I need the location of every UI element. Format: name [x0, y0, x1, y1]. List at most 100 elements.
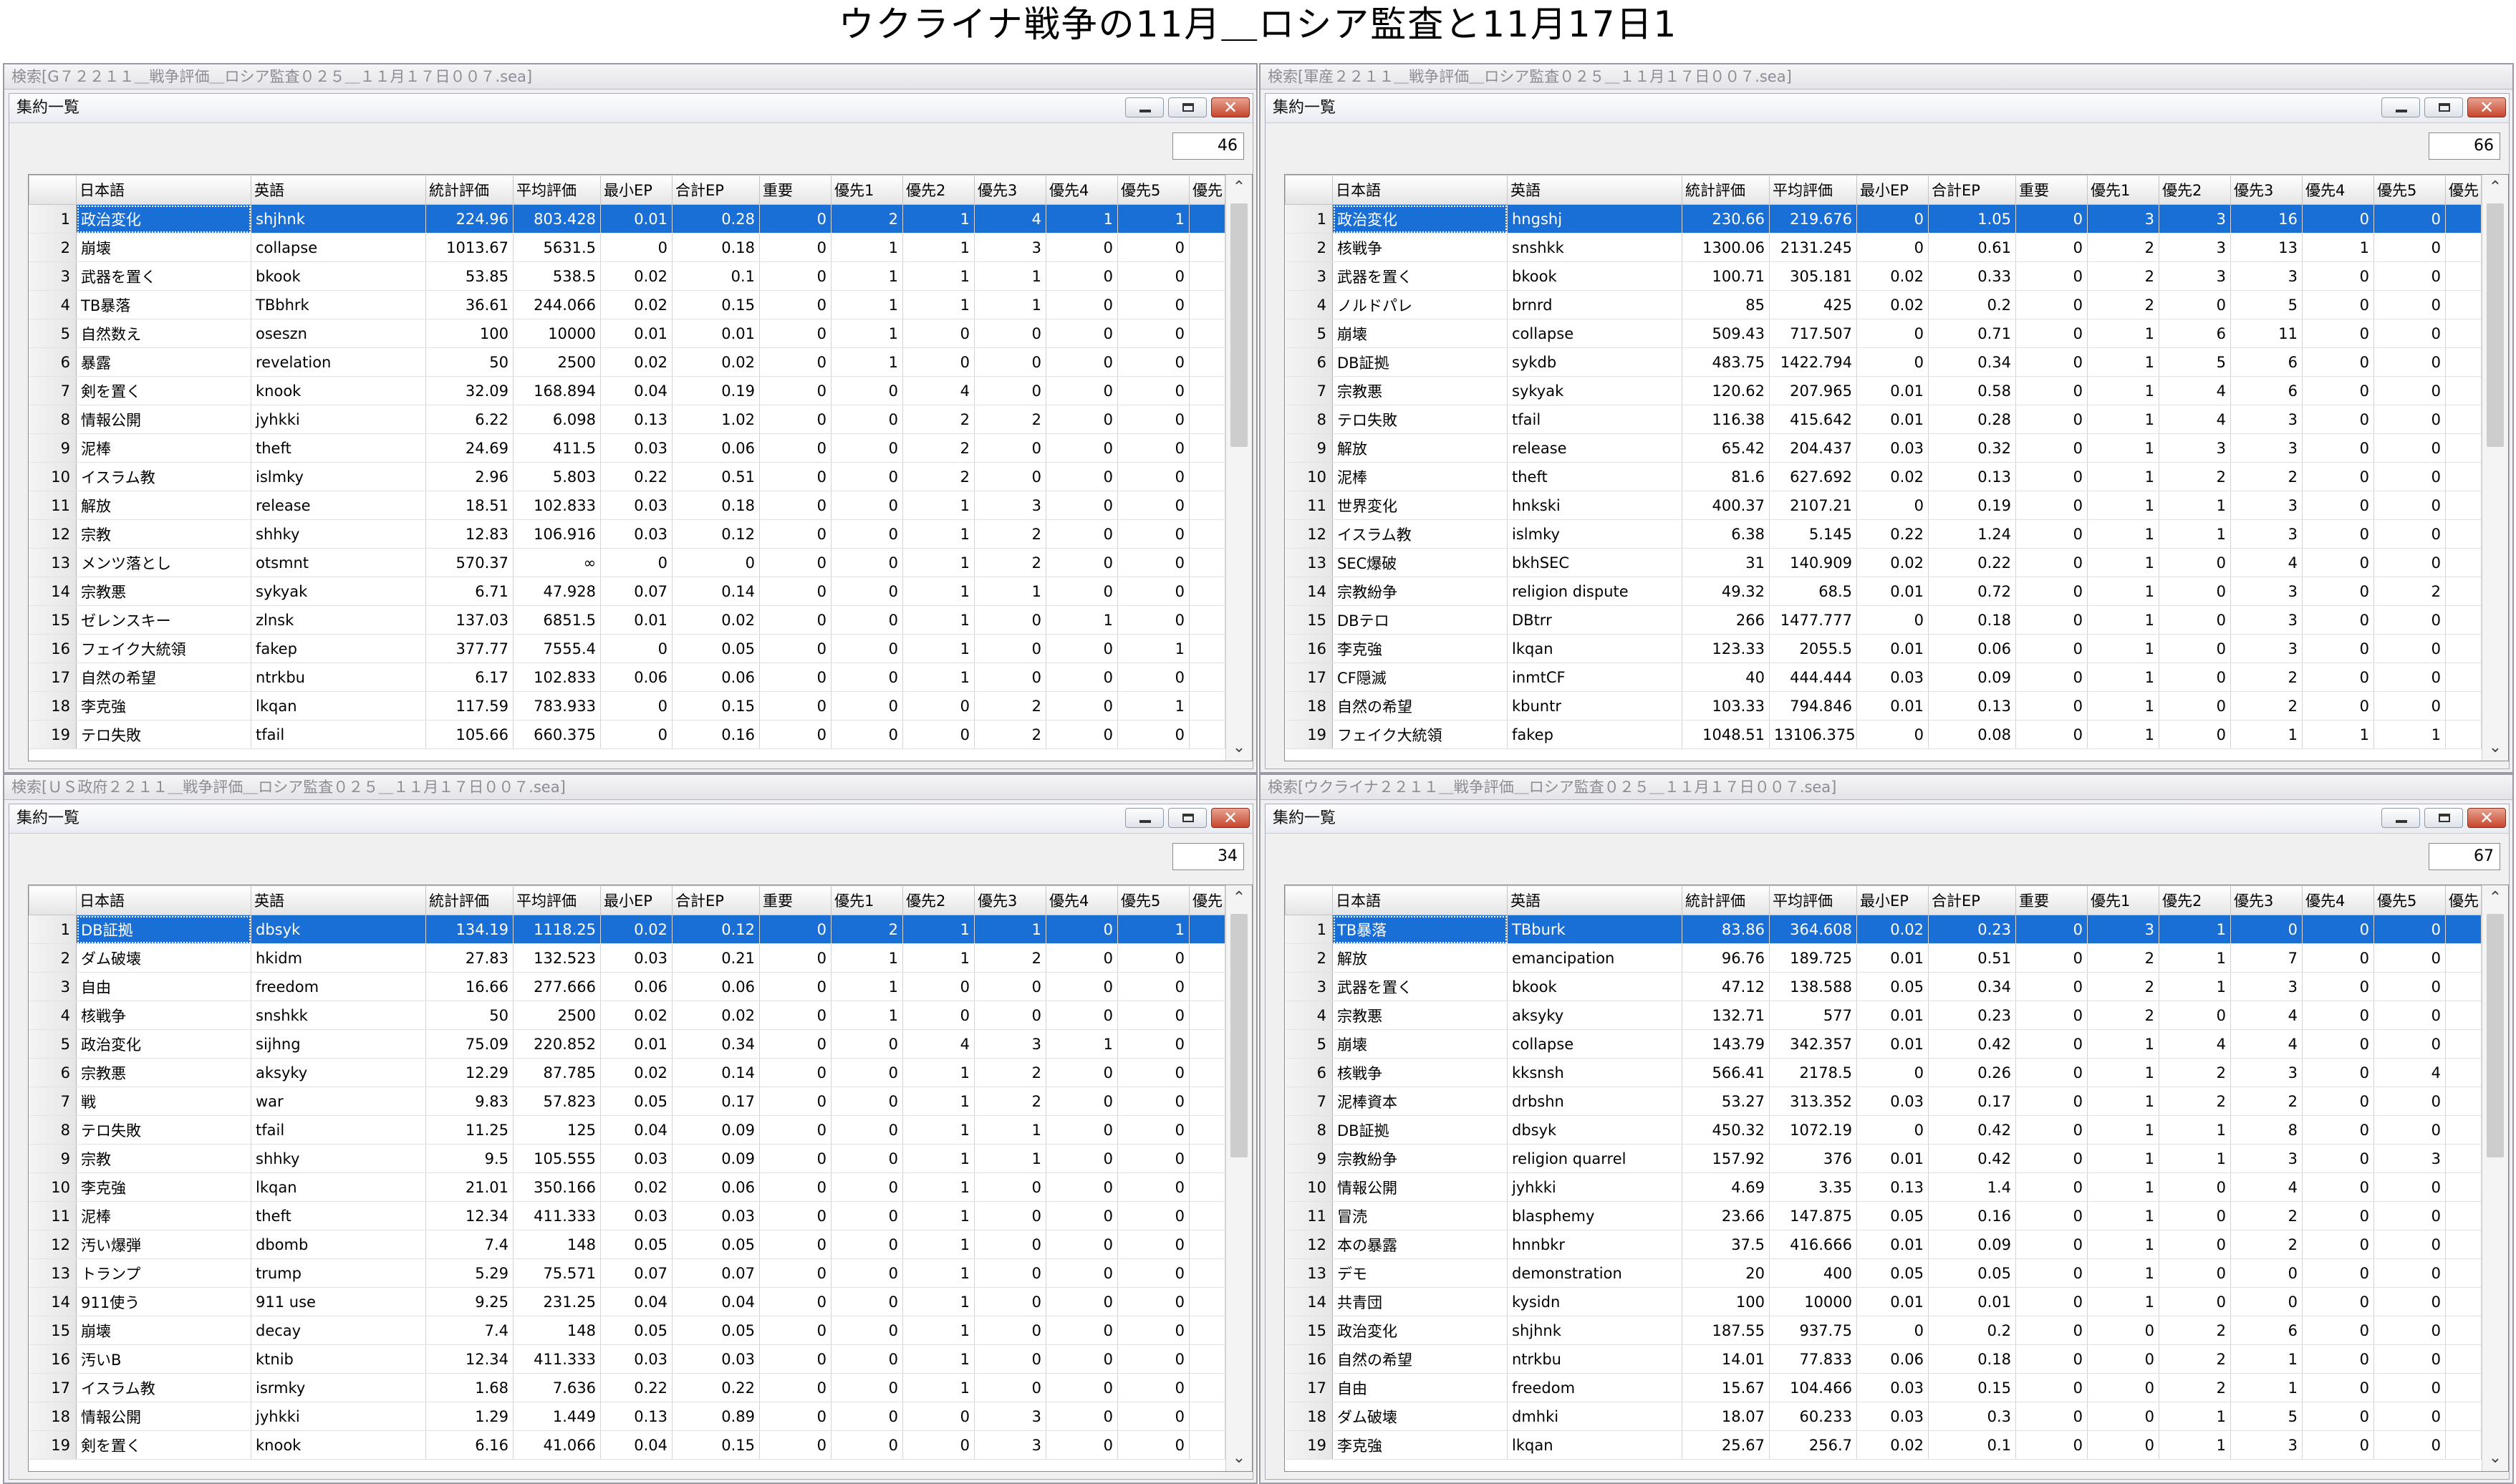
column-header[interactable]: 最小EP [600, 175, 673, 205]
table-row[interactable]: 11 解放 release 18.51 102.833 0.03 0.18 0 0 1 3 0 0 [29, 491, 1225, 520]
table-row[interactable]: 8 テロ失敗 tfail 11.25 125 0.04 0.09 0 0 1 1 0 0 [29, 1115, 1225, 1145]
column-header[interactable]: 統計評価 [1682, 175, 1770, 205]
chevron-up-icon[interactable]: ⌃ [2482, 885, 2508, 911]
close-button[interactable]: ✕ [2467, 97, 2506, 117]
column-header[interactable]: 重要 [2015, 175, 2088, 205]
column-header[interactable]: 英語 [1507, 175, 1682, 205]
column-header[interactable]: 合計EP [1928, 885, 2016, 915]
table-row[interactable]: 17 CF隠滅 inmtCF 40 444.444 0.03 0.09 0 1 0 2 0 0 [1285, 662, 2482, 692]
close-button[interactable]: ✕ [2467, 808, 2506, 828]
table-row[interactable]: 2 ダム破壊 hkidm 27.83 132.523 0.03 0.21 0 1 1 2 0 0 [29, 943, 1225, 973]
table-row[interactable]: 17 自由 freedom 15.67 104.466 0.03 0.15 0 0 2 1 0 0 [1285, 1373, 2482, 1402]
column-header[interactable]: 合計EP [672, 175, 760, 205]
column-header[interactable]: 優先3 [2230, 885, 2303, 915]
column-header[interactable]: 最小EP [1856, 175, 1929, 205]
table-row[interactable]: 1 政治変化 hngshj 230.66 219.676 0 1.05 0 3 3 16 0 0 [1285, 204, 2482, 233]
table-row[interactable]: 1 DB証拠 dbsyk 134.19 1118.25 0.02 0.12 0 2 1 1 0 1 [29, 915, 1225, 944]
column-header[interactable]: 日本語 [76, 885, 251, 915]
table-row[interactable]: 12 イスラム教 islmky 6.38 5.145 0.22 1.24 0 1 1 3 0 0 [1285, 519, 2482, 549]
minimize-button[interactable] [1125, 97, 1164, 117]
table-row[interactable]: 16 李克強 lkqan 123.33 2055.5 0.01 0.06 0 1 0 3 0 0 [1285, 634, 2482, 663]
column-header[interactable]: 優先4 [2302, 885, 2374, 915]
vertical-scrollbar[interactable]: ⌃ ⌄ [1225, 175, 1252, 761]
column-header[interactable]: 優先2 [902, 175, 975, 205]
column-header[interactable]: 優先4 [2302, 175, 2374, 205]
column-header[interactable]: 優先4 [1046, 175, 1118, 205]
column-header[interactable]: 優先3 [2230, 175, 2303, 205]
minimize-button[interactable] [2381, 97, 2420, 117]
column-header[interactable]: 合計EP [672, 885, 760, 915]
table-row[interactable]: 11 泥棒 theft 12.34 411.333 0.03 0.03 0 0 1 0 0 0 [29, 1201, 1225, 1230]
vertical-scrollbar[interactable]: ⌃ ⌄ [2482, 885, 2508, 1471]
table-row[interactable]: 16 汚いB ktnib 12.34 411.333 0.03 0.03 0 0 1 0 0 0 [29, 1344, 1225, 1374]
column-header[interactable]: 平均評価 [1769, 885, 1857, 915]
column-header[interactable]: 統計評価 [425, 885, 514, 915]
scrollbar-thumb[interactable] [2487, 914, 2504, 1157]
maximize-button[interactable] [1168, 97, 1207, 117]
column-header[interactable] [29, 175, 77, 205]
table-row[interactable]: 15 DBテロ DBtrr 266 1477.777 0 0.18 0 1 0 3 0 0 [1285, 605, 2482, 635]
column-header[interactable]: 優先3 [974, 885, 1046, 915]
close-button[interactable]: ✕ [1211, 808, 1250, 828]
table-row[interactable]: 15 崩壊 decay 7.4 148 0.05 0.05 0 0 1 0 0 0 [29, 1316, 1225, 1345]
table-row[interactable]: 4 宗教悪 aksyky 132.71 577 0.01 0.23 0 2 0 4 0 0 [1285, 1001, 2482, 1030]
table-row[interactable]: 9 解放 release 65.42 204.437 0.03 0.32 0 1 3 3 0 0 [1285, 433, 2482, 463]
table-row[interactable]: 8 テロ失敗 tfail 116.38 415.642 0.01 0.28 0 1 4 3 0 0 [1285, 405, 2482, 434]
table-row[interactable]: 3 自由 freedom 16.66 277.666 0.06 0.06 0 1 0 0 0 0 [29, 972, 1225, 1001]
column-header[interactable]: 優先5 [1117, 885, 1190, 915]
table-row[interactable]: 5 政治変化 sijhng 75.09 220.852 0.01 0.34 0 0 4 3 1 0 [29, 1029, 1225, 1059]
column-header[interactable]: 優先1 [2087, 885, 2159, 915]
column-header[interactable]: 最小EP [600, 885, 673, 915]
table-row[interactable]: 4 TB暴落 TBbhrk 36.61 244.066 0.02 0.15 0 1 1 1 0 0 [29, 290, 1225, 319]
table-row[interactable]: 18 情報公開 jyhkki 1.29 1.449 0.13 0.89 0 0 0 3 0 0 [29, 1402, 1225, 1431]
table-row[interactable]: 13 メンツ落とし otsmnt 570.37 ∞ 0 0 0 0 1 2 0 0 [29, 548, 1225, 577]
table-row[interactable]: 12 本の暴露 hnnbkr 37.5 416.666 0.01 0.09 0 1 0 2 0 0 [1285, 1230, 2482, 1259]
column-header[interactable]: 優先2 [902, 885, 975, 915]
table-row[interactable]: 19 李克強 lkqan 25.67 256.7 0.02 0.1 0 0 1 3 0 0 [1285, 1430, 2482, 1460]
table-row[interactable]: 2 崩壊 collapse 1013.67 5631.5 0 0.18 0 1 1 3 0 0 [29, 233, 1225, 262]
column-header[interactable] [29, 885, 77, 915]
column-header[interactable]: 平均評価 [513, 885, 601, 915]
table-row[interactable]: 19 剣を置く knook 6.16 41.066 0.04 0.15 0 0 0 3 0 0 [29, 1430, 1225, 1460]
column-header[interactable]: 合計EP [1928, 175, 2016, 205]
table-row[interactable]: 16 フェイク大統領 fakep 377.77 7555.4 0 0.05 0 0 1 0 0 1 [29, 634, 1225, 663]
column-header[interactable]: 優先 [2445, 175, 2482, 205]
table-row[interactable]: 18 ダム破壊 dmhki 18.07 60.233 0.03 0.3 0 0 1 5 0 0 [1285, 1402, 2482, 1431]
maximize-button[interactable] [2424, 97, 2463, 117]
table-row[interactable]: 6 宗教悪 aksyky 12.29 87.785 0.02 0.14 0 0 1 2 0 0 [29, 1058, 1225, 1087]
table-row[interactable]: 10 泥棒 theft 81.6 627.692 0.02 0.13 0 1 2 2 0 0 [1285, 462, 2482, 491]
column-header[interactable]: 優先1 [2087, 175, 2159, 205]
table-row[interactable]: 7 剣を置く knook 32.09 168.894 0.04 0.19 0 0 4 0 0 0 [29, 376, 1225, 405]
column-header[interactable]: 優先2 [2159, 885, 2231, 915]
table-row[interactable]: 5 自然数え oseszn 100 10000 0.01 0.01 0 1 0 0 0 0 [29, 319, 1225, 348]
column-header[interactable]: 英語 [1507, 885, 1682, 915]
column-header[interactable]: 英語 [251, 175, 426, 205]
table-row[interactable]: 12 汚い爆弾 dbomb 7.4 148 0.05 0.05 0 0 1 0 0 0 [29, 1230, 1225, 1259]
column-header[interactable]: 平均評価 [513, 175, 601, 205]
column-header[interactable]: 優先1 [831, 175, 903, 205]
column-header[interactable]: 優先4 [1046, 885, 1118, 915]
table-row[interactable]: 8 DB証拠 dbsyk 450.32 1072.19 0 0.42 0 1 1 8 0 0 [1285, 1115, 2482, 1145]
column-header[interactable]: 重要 [759, 885, 832, 915]
table-row[interactable]: 12 宗教 shhky 12.83 106.916 0.03 0.12 0 0 1 2 0 0 [29, 519, 1225, 549]
column-header[interactable]: 最小EP [1856, 885, 1929, 915]
scrollbar-thumb[interactable] [1230, 203, 1248, 447]
table-row[interactable]: 18 李克強 lkqan 117.59 783.933 0 0.15 0 0 0 2 0 1 [29, 691, 1225, 721]
table-row[interactable]: 14 911使う 911 use 9.25 231.25 0.04 0.04 0 0 1 0 0 0 [29, 1287, 1225, 1316]
chevron-down-icon[interactable]: ⌄ [1226, 735, 1252, 761]
column-header[interactable]: 優先5 [2373, 175, 2446, 205]
chevron-down-icon[interactable]: ⌄ [2482, 1445, 2508, 1471]
vertical-scrollbar[interactable]: ⌃ ⌄ [2482, 175, 2508, 761]
scrollbar-thumb[interactable] [1230, 914, 1248, 1157]
column-header[interactable]: 優先 [1189, 885, 1225, 915]
table-row[interactable]: 16 自然の希望 ntrkbu 14.01 77.833 0.06 0.18 0 0 2 1 0 0 [1285, 1344, 2482, 1374]
table-row[interactable]: 13 SEC爆破 bkhSEC 31 140.909 0.02 0.22 0 1 0 4 0 0 [1285, 548, 2482, 577]
column-header[interactable] [1285, 175, 1333, 205]
table-row[interactable]: 1 政治変化 shjhnk 224.96 803.428 0.01 0.28 0 2 1 4 1 1 [29, 204, 1225, 233]
chevron-down-icon[interactable]: ⌄ [1226, 1445, 1252, 1471]
table-row[interactable]: 5 崩壊 collapse 143.79 342.357 0.01 0.42 0 1 4 4 0 0 [1285, 1029, 2482, 1059]
table-row[interactable]: 14 宗教紛争 religion dispute 49.32 68.5 0.01 0.72 0… [1285, 577, 2482, 606]
chevron-down-icon[interactable]: ⌄ [2482, 735, 2508, 761]
table-row[interactable]: 4 ノルドパレ brnrd 85 425 0.02 0.2 0 2 0 5 0 0 [1285, 290, 2482, 319]
table-row[interactable]: 19 テロ失敗 tfail 105.66 660.375 0 0.16 0 0 0 2 0 0 [29, 720, 1225, 749]
